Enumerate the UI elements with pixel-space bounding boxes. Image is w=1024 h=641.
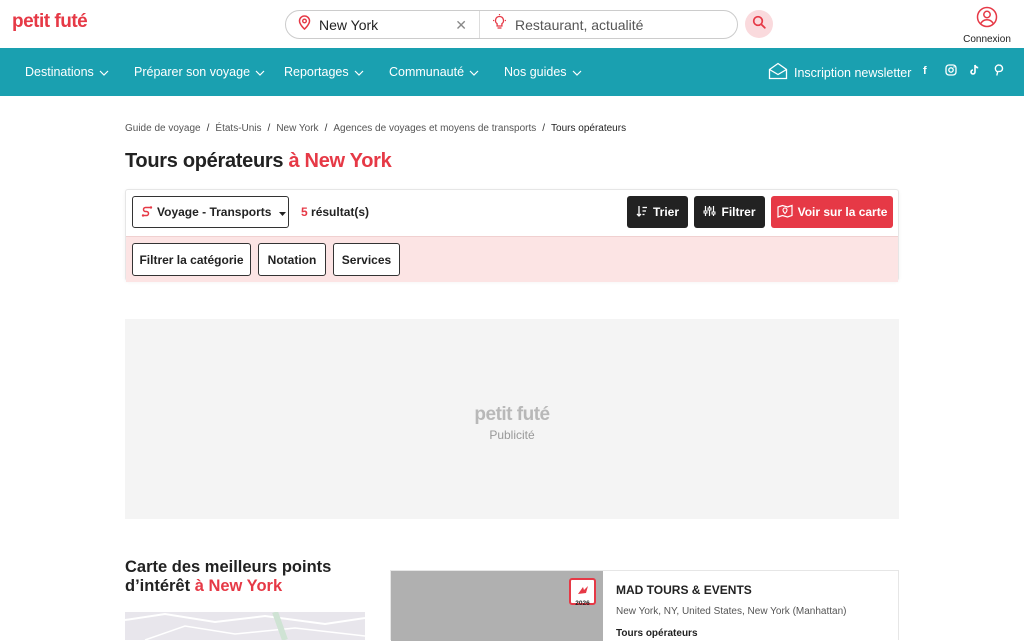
- filter-button[interactable]: Filtrer: [694, 196, 765, 228]
- listing-card[interactable]: 2026 MAD TOURS & EVENTS New York, NY, Un…: [390, 570, 899, 641]
- search-query-field[interactable]: Restaurant, actualité: [480, 11, 737, 38]
- tiktok-icon[interactable]: [969, 64, 980, 79]
- chevron-down-icon: [469, 65, 479, 79]
- breadcrumb-current: Tours opérateurs: [551, 123, 627, 134]
- site-header: petit futé New York ✕ Restaurant, actual…: [0, 0, 1024, 48]
- category-dropdown[interactable]: Voyage - Transports: [132, 196, 289, 228]
- filter-label: Filtrer: [721, 205, 756, 219]
- caret-down-icon: [279, 205, 287, 219]
- ad-logo: petit futé: [474, 404, 550, 425]
- nav-item-communaute[interactable]: Communauté: [389, 65, 479, 79]
- sliders-icon: [703, 205, 716, 220]
- chevron-down-icon: [354, 65, 364, 79]
- nav-item-label: Nos guides: [504, 65, 567, 79]
- envelope-icon: [768, 62, 788, 83]
- chevron-down-icon: [99, 65, 109, 79]
- breadcrumb-item[interactable]: New York: [276, 123, 318, 134]
- map-thumbnail-graphic: [125, 612, 365, 640]
- sort-button[interactable]: Trier: [627, 196, 688, 228]
- search-query-placeholder: Restaurant, actualité: [515, 16, 644, 33]
- search-location-field[interactable]: New York ✕: [286, 11, 480, 38]
- nav-item-preparer[interactable]: Préparer son voyage: [134, 65, 265, 79]
- location-pin-icon: [298, 14, 311, 35]
- breadcrumb-separator: /: [206, 123, 210, 134]
- account-button[interactable]: Connexion: [958, 6, 1016, 45]
- page-title-main: Tours opérateurs: [125, 150, 289, 172]
- breadcrumb-item[interactable]: États-Unis: [215, 123, 261, 134]
- sort-label: Trier: [652, 205, 679, 219]
- user-icon: [976, 6, 998, 32]
- view-map-label: Voir sur la carte: [797, 205, 888, 219]
- ad-label: Publicité: [489, 428, 535, 442]
- clear-icon[interactable]: ✕: [455, 17, 467, 34]
- award-badge: 2026: [569, 578, 596, 607]
- map-thumbnail[interactable]: [125, 612, 365, 640]
- filter-chips-row: Filtrer la catégorie Notation Services: [126, 236, 898, 282]
- result-count: 5 résultat(s): [301, 205, 369, 219]
- breadcrumb: Guide de voyage / États-Unis / New York …: [125, 123, 626, 134]
- award-icon: [577, 582, 589, 600]
- sort-icon: [636, 205, 648, 220]
- search-button[interactable]: [745, 10, 773, 38]
- ad-placeholder: petit futé Publicité: [125, 319, 899, 519]
- award-badge-year: 2026: [575, 600, 590, 607]
- facebook-icon[interactable]: f: [923, 65, 927, 77]
- nav-item-reportages[interactable]: Reportages: [284, 65, 364, 79]
- page-title-place: à New York: [288, 150, 392, 172]
- listing-image[interactable]: 2026: [391, 571, 603, 641]
- filter-chip-rating[interactable]: Notation: [258, 243, 326, 276]
- listing-category: Tours opérateurs: [616, 628, 698, 639]
- nav-item-destinations[interactable]: Destinations: [25, 65, 109, 79]
- nav-item-label: Destinations: [25, 65, 94, 79]
- newsletter-label: Inscription newsletter: [794, 65, 912, 80]
- breadcrumb-item[interactable]: Agences de voyages et moyens de transpor…: [333, 123, 536, 134]
- filter-chip-category[interactable]: Filtrer la catégorie: [132, 243, 251, 276]
- breadcrumb-separator: /: [324, 123, 328, 134]
- nav-item-nos-guides[interactable]: Nos guides: [504, 65, 582, 79]
- account-label: Connexion: [963, 34, 1011, 45]
- chevron-down-icon: [572, 65, 582, 79]
- search-bar: New York ✕ Restaurant, actualité: [285, 10, 738, 39]
- breadcrumb-separator: /: [542, 123, 546, 134]
- filter-panel: Voyage - Transports 5 résultat(s) Trier …: [125, 189, 899, 282]
- page-title: Tours opérateurs à New York: [125, 150, 392, 173]
- lightbulb-icon: [492, 14, 507, 35]
- site-logo[interactable]: petit futé: [12, 11, 88, 33]
- breadcrumb-item[interactable]: Guide de voyage: [125, 123, 201, 134]
- listing-address: New York, NY, United States, New York (M…: [616, 606, 847, 617]
- result-count-number: 5: [301, 205, 308, 219]
- chevron-down-icon: [255, 65, 265, 79]
- search-location-value[interactable]: New York: [319, 17, 378, 33]
- map-pin-icon: [776, 204, 793, 221]
- main-nav: Destinations Préparer son voyage Reporta…: [0, 48, 1024, 96]
- search-icon: [752, 15, 766, 34]
- listing-name[interactable]: MAD TOURS & EVENTS: [616, 583, 752, 597]
- nav-item-label: Communauté: [389, 65, 465, 79]
- nav-item-label: Préparer son voyage: [134, 65, 251, 79]
- filter-chip-services[interactable]: Services: [333, 243, 400, 276]
- instagram-icon[interactable]: [945, 64, 957, 79]
- route-icon: [141, 205, 153, 220]
- category-dropdown-value: Voyage - Transports: [157, 205, 272, 219]
- result-count-label: résultat(s): [307, 205, 370, 219]
- pinterest-icon[interactable]: [994, 64, 1004, 79]
- nav-item-label: Reportages: [284, 65, 349, 79]
- map-section-title-place: à New York: [194, 577, 283, 595]
- newsletter-link[interactable]: Inscription newsletter: [768, 62, 911, 83]
- map-section-title: Carte des meilleurs points d’intérêt à N…: [125, 558, 355, 596]
- view-map-button[interactable]: Voir sur la carte: [771, 196, 893, 228]
- breadcrumb-separator: /: [267, 123, 271, 134]
